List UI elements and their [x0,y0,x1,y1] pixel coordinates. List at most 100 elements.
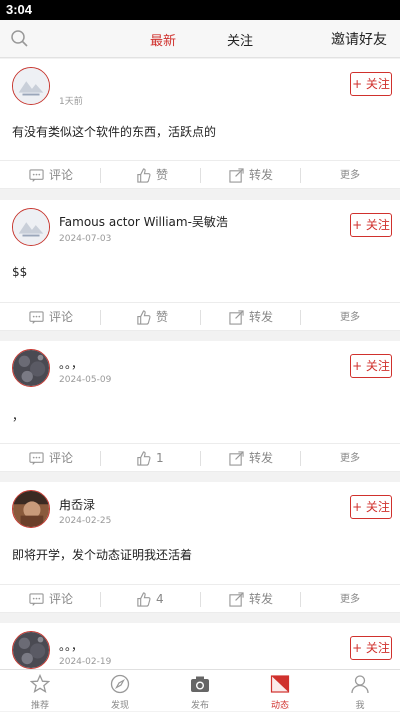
nav-label: 发布 [160,698,240,711]
feed-list: 1天前 + 关注 有没有类似这个软件的东西，活跃点的 评论 赞 转发 更多 [0,59,400,669]
more-label: 更多 [340,303,360,332]
post-card: 。。， 2024-05-09 + 关注 ， 评论 1 转发 更多 [0,341,400,471]
avatar[interactable] [12,631,50,669]
follow-button[interactable]: + 关注 [350,495,392,519]
share-button[interactable]: 转发 [229,444,289,473]
comment-button[interactable]: 评论 [29,585,89,614]
post-time: 2024-02-25 [59,516,111,526]
thumbs-up-icon [136,168,151,183]
top-bar: 最新 关注 邀请好友 [0,20,400,58]
post-card: 。。， 2024-02-19 + 关注 [0,623,400,669]
post-username[interactable]: Famous actor William-吴敏浩 [59,213,228,230]
post-content[interactable]: ， [12,407,24,424]
share-label: 转发 [249,161,273,190]
thumbs-up-icon [136,592,151,607]
post-time: 1天前 [59,94,83,107]
share-label: 转发 [249,303,273,332]
compass-icon [110,674,130,694]
share-button[interactable]: 转发 [229,161,289,190]
status-time: 3:04 [6,2,32,17]
share-icon [229,592,244,607]
like-button[interactable]: 赞 [136,161,196,190]
more-button[interactable]: 更多 [340,585,380,614]
post-content[interactable]: $$ [12,265,27,279]
tab-latest[interactable]: 最新 [150,30,176,49]
share-label: 转发 [249,444,273,473]
search-icon[interactable] [10,29,30,49]
comment-label: 评论 [49,444,73,473]
like-count: 1 [156,444,164,473]
post-username[interactable]: 。。， [59,355,83,372]
post-content[interactable]: 即将开学，发个动态证明我还活着 [12,546,192,563]
comment-label: 评论 [49,303,73,332]
nav-label: 推荐 [0,698,80,711]
like-count: 赞 [156,303,168,332]
follow-button[interactable]: + 关注 [350,72,392,96]
comment-button[interactable]: 评论 [29,303,89,332]
nav-publish[interactable]: 发布 [160,670,240,712]
post-card: 甪岙渌 2024-02-25 + 关注 即将开学，发个动态证明我还活着 评论 4… [0,482,400,612]
invite-friends-button[interactable]: 邀请好友 [331,29,387,49]
avatar[interactable] [12,208,50,246]
share-icon [229,168,244,183]
follow-button[interactable]: + 关注 [350,354,392,378]
share-icon [229,310,244,325]
post-time: 2024-07-03 [59,234,111,244]
more-button[interactable]: 更多 [340,161,380,190]
nav-me[interactable]: 我 [320,670,400,712]
comment-label: 评论 [49,161,73,190]
post-time: 2024-05-09 [59,375,111,385]
like-count: 4 [156,585,164,614]
nav-label: 动态 [240,698,320,711]
nav-discover[interactable]: 发现 [80,670,160,712]
follow-button[interactable]: + 关注 [350,636,392,660]
post-actions: 评论 赞 转发 更多 [0,302,400,331]
post-username[interactable]: 。。， [59,637,83,654]
post-time: 2024-02-19 [59,657,111,667]
nav-label: 发现 [80,698,160,711]
like-button[interactable]: 4 [136,585,196,614]
post-card: Famous actor William-吴敏浩 2024-07-03 + 关注… [0,200,400,330]
share-label: 转发 [249,585,273,614]
avatar[interactable] [12,490,50,528]
nav-label: 我 [320,698,400,711]
post-actions: 评论 1 转发 更多 [0,443,400,472]
person-icon [350,674,370,694]
more-button[interactable]: 更多 [340,303,380,332]
bottom-nav: 推荐 发现 发布 动态 我 [0,669,400,711]
feed-icon [270,674,290,694]
comment-label: 评论 [49,585,73,614]
post-card: 1天前 + 关注 有没有类似这个软件的东西，活跃点的 评论 赞 转发 更多 [0,59,400,189]
comment-icon [29,168,44,183]
comment-button[interactable]: 评论 [29,444,89,473]
thumbs-up-icon [136,451,151,466]
tab-following[interactable]: 关注 [227,30,253,49]
post-actions: 评论 赞 转发 更多 [0,160,400,189]
share-button[interactable]: 转发 [229,303,289,332]
post-username[interactable]: 甪岙渌 [59,496,95,513]
share-button[interactable]: 转发 [229,585,289,614]
comment-icon [29,310,44,325]
comment-icon [29,451,44,466]
like-count: 赞 [156,161,168,190]
nav-recommend[interactable]: 推荐 [0,670,80,712]
avatar[interactable] [12,67,50,105]
more-button[interactable]: 更多 [340,444,380,473]
post-actions: 评论 4 转发 更多 [0,584,400,613]
avatar[interactable] [12,349,50,387]
status-bar: 3:04 [0,0,400,20]
thumbs-up-icon [136,310,151,325]
more-label: 更多 [340,161,360,190]
more-label: 更多 [340,444,360,473]
like-button[interactable]: 赞 [136,303,196,332]
comment-icon [29,592,44,607]
post-content[interactable]: 有没有类似这个软件的东西，活跃点的 [12,123,216,140]
star-icon [30,674,50,694]
more-label: 更多 [340,585,360,614]
comment-button[interactable]: 评论 [29,161,89,190]
nav-feed[interactable]: 动态 [240,670,320,712]
camera-icon [190,674,210,694]
follow-button[interactable]: + 关注 [350,213,392,237]
share-icon [229,451,244,466]
like-button[interactable]: 1 [136,444,196,473]
